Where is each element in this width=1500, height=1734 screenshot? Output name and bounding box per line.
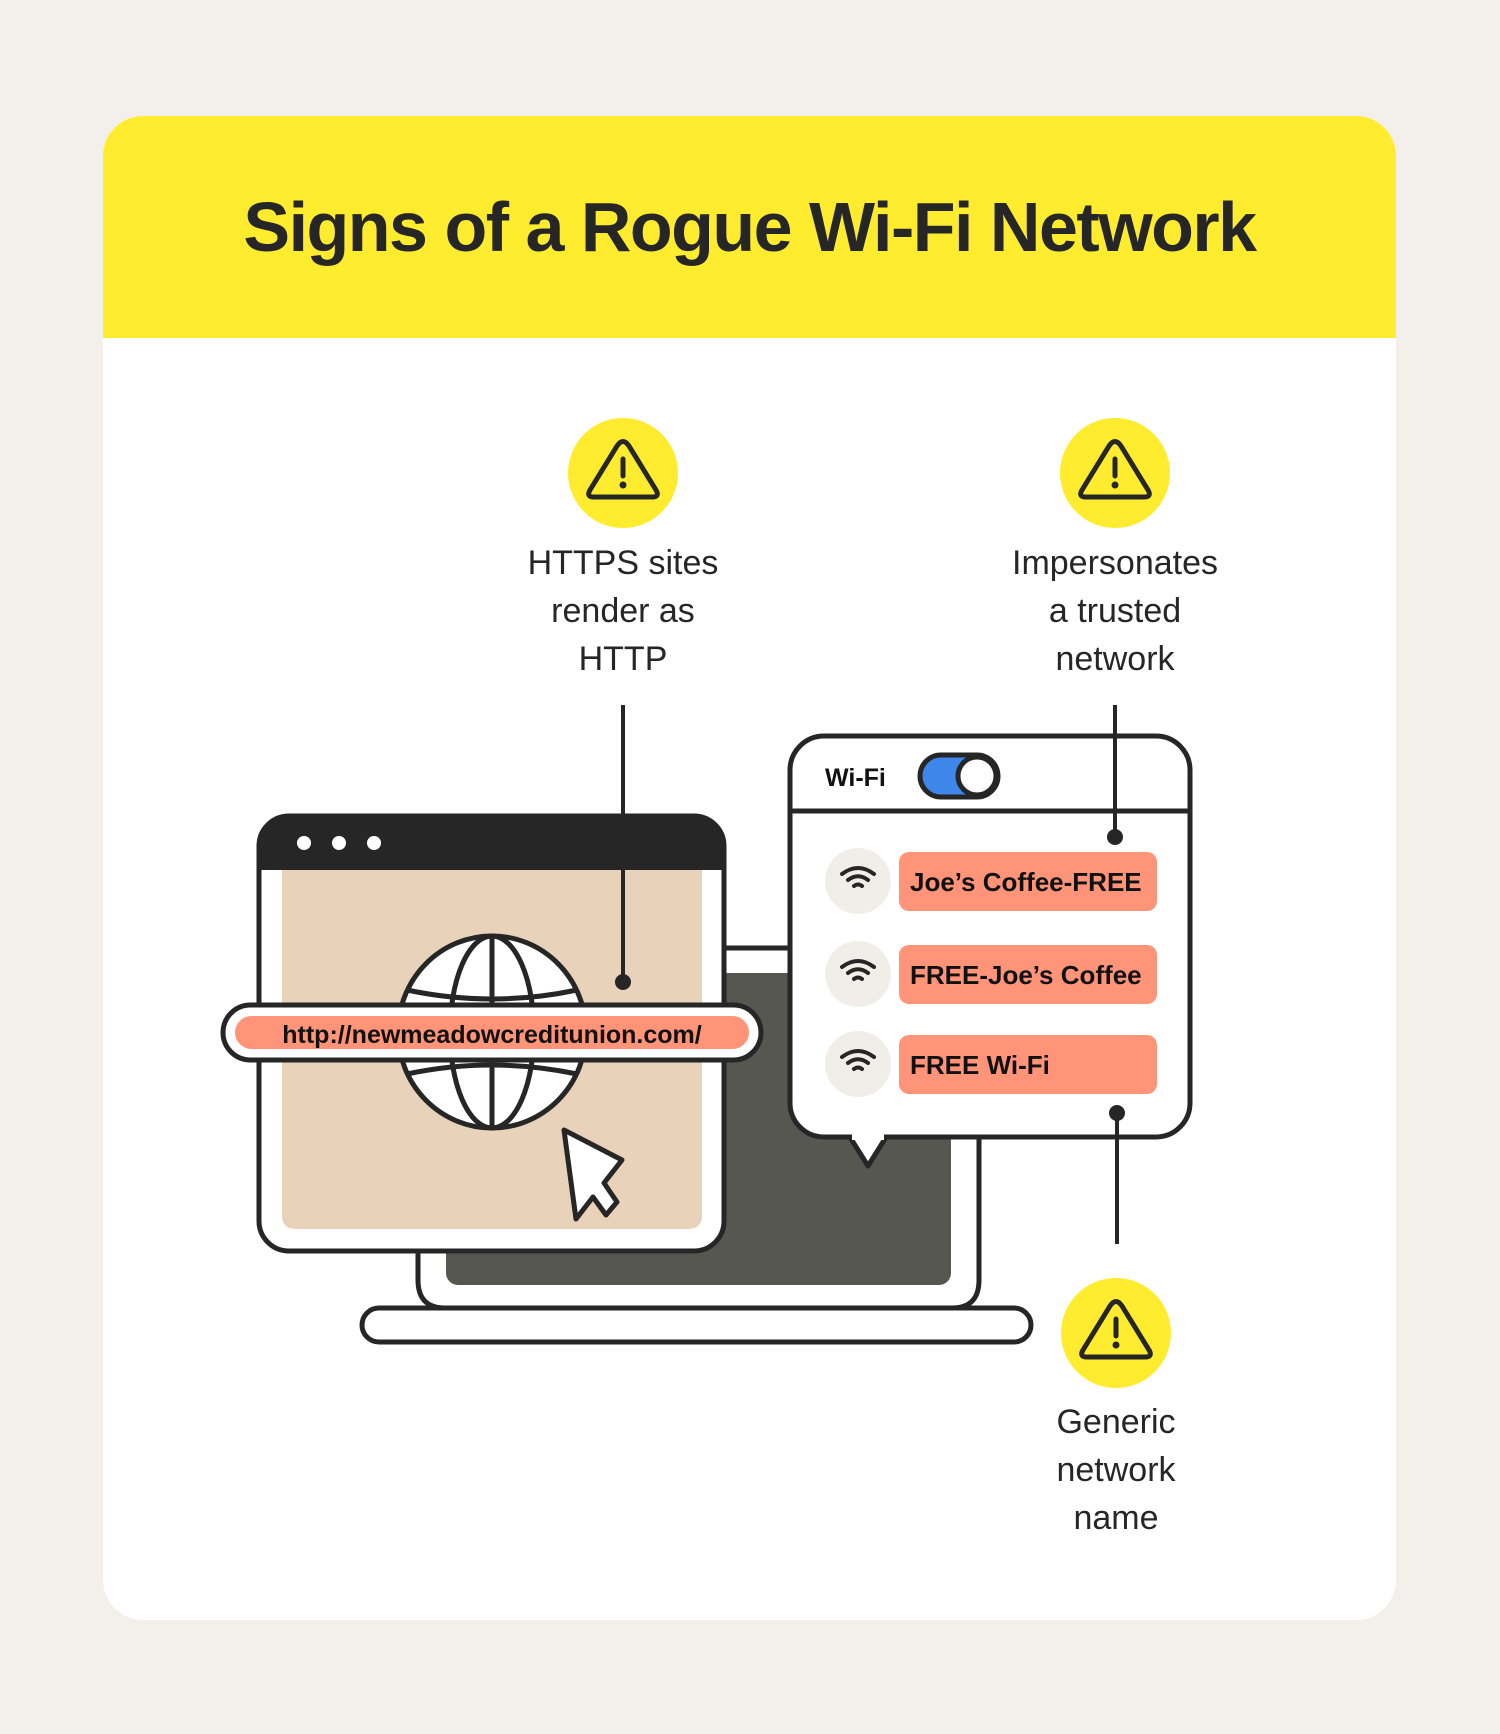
callout-line: HTTPS sites	[527, 544, 719, 582]
url-bar[interactable]: http://newmeadowcreditunion.com/	[220, 1002, 764, 1063]
warning-badge-https	[568, 418, 678, 528]
network-list-item[interactable]: FREE Wi-Fi	[825, 1031, 1157, 1097]
callout-label-https: HTTPS sites render as HTTP	[473, 539, 773, 683]
browser-titlebar	[259, 816, 724, 870]
wifi-icon-background	[825, 1031, 891, 1097]
network-list-item[interactable]: Joe’s Coffee-FREE	[825, 848, 1157, 914]
window-dot	[297, 836, 311, 850]
warning-badge-generic	[1061, 1278, 1171, 1388]
laptop-base	[359, 1305, 1034, 1345]
callout-line: Generic	[1056, 1403, 1176, 1441]
wifi-toggle[interactable]	[917, 752, 1001, 800]
wifi-label: Wi-Fi	[825, 764, 886, 792]
callout-line: Impersonates	[1012, 544, 1218, 582]
browser-window: http://newmeadowcreditunion.com/	[220, 813, 764, 1254]
callout-line: network	[1055, 640, 1175, 678]
callout-line: render as	[551, 592, 695, 630]
network-name: Joe’s Coffee-FREE	[910, 867, 1142, 897]
illustration: http://newmeadowcreditunion.com/ Wi-Fi J…	[220, 418, 1193, 1388]
callout-line: HTTP	[578, 640, 668, 678]
wifi-icon-background	[825, 848, 891, 914]
callout-label-impersonation: Impersonates a trusted network	[965, 539, 1265, 683]
window-dot	[332, 836, 346, 850]
network-name: FREE-Joe’s Coffee	[910, 960, 1142, 990]
callout-line: network	[1056, 1451, 1176, 1489]
callout-label-generic: Generic network name	[966, 1398, 1266, 1542]
wifi-panel: Wi-Fi Joe’s Coffee-FREE FREE-Joe’s Coffee…	[787, 733, 1193, 1169]
url-text: http://newmeadowcreditunion.com/	[282, 1021, 702, 1049]
callout-line: a trusted	[1048, 592, 1182, 630]
callout-line: name	[1073, 1499, 1159, 1537]
wifi-icon-background	[825, 941, 891, 1007]
warning-badge-impersonation	[1060, 418, 1170, 528]
network-list-item[interactable]: FREE-Joe’s Coffee	[825, 941, 1157, 1007]
window-dot	[367, 836, 381, 850]
network-name: FREE Wi-Fi	[910, 1050, 1050, 1080]
